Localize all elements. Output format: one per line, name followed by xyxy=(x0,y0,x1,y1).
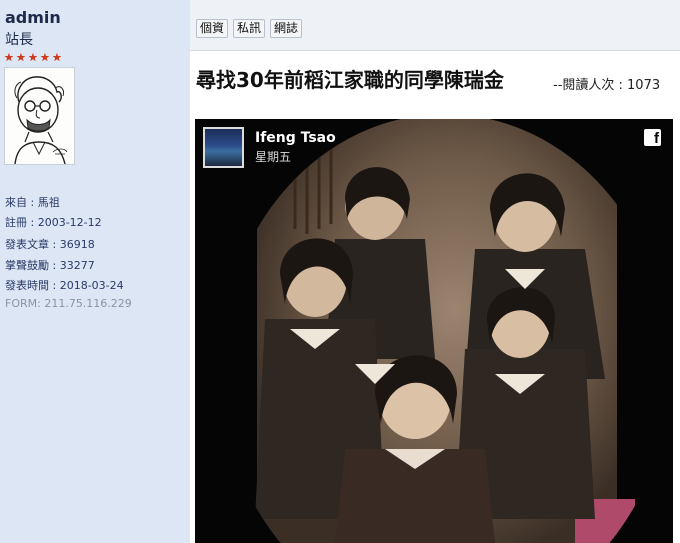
star-icon: ★ xyxy=(52,51,62,64)
embedded-facebook-post[interactable]: Ifeng Tsao 星期五 f xyxy=(195,119,673,543)
post-ip: FORM: 211.75.116.229 xyxy=(5,297,132,310)
author-from: 來自 : 馬祖 xyxy=(5,196,60,209)
post-toolbar: 個資 私訊 網誌 xyxy=(190,0,680,51)
rank-stars: ★ ★ ★ ★ ★ xyxy=(4,52,63,63)
author-post-count: 發表文章 : 36918 xyxy=(5,238,95,251)
author-registered: 註冊 : 2003-12-12 xyxy=(5,216,102,229)
post-author-avatar[interactable] xyxy=(203,127,244,168)
star-icon: ★ xyxy=(16,51,26,64)
group-photo xyxy=(195,119,673,543)
private-message-button[interactable]: 私訊 xyxy=(233,19,266,38)
post-title: 尋找30年前稻江家職的同學陳瑞金 xyxy=(196,68,504,92)
author-avatar xyxy=(4,67,75,165)
blog-button[interactable]: 網誌 xyxy=(270,19,303,38)
post-author-name[interactable]: Ifeng Tsao xyxy=(255,130,336,146)
post-date: 星期五 xyxy=(255,150,292,164)
author-sidebar: admin 站長 ★ ★ ★ ★ ★ 來自 : 馬祖 註冊 : 2003-12-… xyxy=(0,0,190,543)
author-applause: 掌聲鼓勵 : 33277 xyxy=(5,259,95,272)
author-username[interactable]: admin xyxy=(5,8,61,27)
star-icon: ★ xyxy=(40,51,50,64)
author-rank: 站長 xyxy=(5,32,33,48)
read-count: --閱讀人次 : 1073 xyxy=(553,78,661,93)
post-main: 個資 私訊 網誌 尋找30年前稻江家職的同學陳瑞金 --閱讀人次 : 1073 xyxy=(190,0,680,543)
star-icon: ★ xyxy=(28,51,38,64)
post-time: 發表時間 : 2018-03-24 xyxy=(5,279,124,292)
star-icon: ★ xyxy=(4,51,14,64)
profile-button[interactable]: 個資 xyxy=(196,19,229,38)
facebook-icon[interactable]: f xyxy=(644,129,661,147)
